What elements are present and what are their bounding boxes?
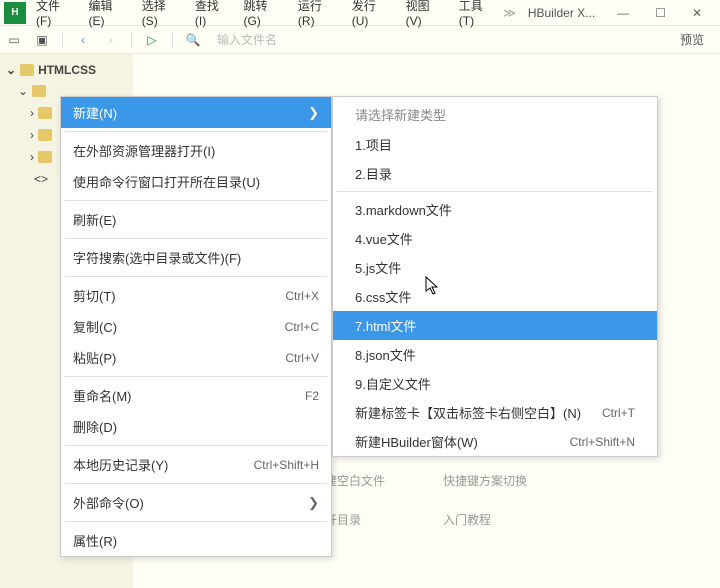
window-controls: — ☐ ✕ bbox=[607, 4, 720, 22]
run-icon[interactable]: ▷ bbox=[144, 32, 160, 48]
submenu-item[interactable]: 3.markdown文件 bbox=[333, 195, 657, 224]
maximize-button[interactable]: ☐ bbox=[645, 4, 676, 22]
menu-edit[interactable]: 编辑(E) bbox=[83, 0, 134, 32]
link-keymap[interactable]: 快捷键方案切换 bbox=[443, 472, 593, 489]
ctx-item[interactable]: 字符搜索(选中目录或文件)(F) bbox=[61, 242, 331, 273]
forward-icon[interactable]: › bbox=[103, 32, 119, 48]
ctx-item[interactable]: 属性(R) bbox=[61, 525, 331, 556]
menubar: 文件(F) 编辑(E) 选择(S) 查找(I) 跳转(G) 运行(R) 发行(U… bbox=[30, 0, 503, 32]
preview-button[interactable]: 预览 bbox=[670, 29, 714, 50]
chevron-right-icon: › bbox=[30, 150, 34, 164]
context-menu: 新建(N)❯ 在外部资源管理器打开(I)使用命令行窗口打开所在目录(U) 刷新(E)… bbox=[60, 96, 332, 557]
link-open-dir[interactable]: 打开目录 bbox=[313, 511, 443, 528]
menu-select[interactable]: 选择(S) bbox=[136, 0, 187, 32]
ctx-item[interactable]: 剪切(T)Ctrl+X bbox=[61, 280, 331, 311]
chevron-right-icon: › bbox=[30, 106, 34, 120]
new-submenu: 请选择新建类型1.项目2.目录 3.markdown文件4.vue文件5.js文件… bbox=[332, 96, 658, 457]
folder-icon bbox=[38, 129, 52, 141]
ctx-item[interactable]: 删除(D) bbox=[61, 411, 331, 442]
submenu-item[interactable]: 新建标签卡【双击标签卡右侧空白】(N)Ctrl+T bbox=[333, 398, 657, 427]
search-input[interactable]: 输入文件名 bbox=[213, 31, 277, 48]
ctx-item[interactable]: 本地历史记录(Y)Ctrl+Shift+H bbox=[61, 449, 331, 480]
ctx-item[interactable]: 新建(N)❯ bbox=[61, 97, 331, 128]
submenu-item[interactable]: 新建HBuilder窗体(W)Ctrl+Shift+N bbox=[333, 427, 657, 456]
ctx-item[interactable]: 外部命令(O)❯ bbox=[61, 487, 331, 518]
folder-icon bbox=[38, 107, 52, 119]
project-root[interactable]: ⌄ HTMLCSS bbox=[0, 60, 133, 80]
menu-goto[interactable]: 跳转(G) bbox=[237, 0, 289, 32]
cursor-icon bbox=[425, 276, 441, 296]
link-tutorial[interactable]: 入门教程 bbox=[443, 511, 593, 528]
app-logo: H bbox=[4, 2, 26, 24]
folder-icon bbox=[20, 64, 34, 76]
menu-tools[interactable]: 工具(T) bbox=[453, 0, 504, 32]
submenu-item[interactable]: 9.自定义文件 bbox=[333, 369, 657, 398]
folder-icon bbox=[32, 85, 46, 97]
minimize-button[interactable]: — bbox=[607, 4, 639, 22]
link-new-blank[interactable]: 新建空白文件 bbox=[313, 472, 443, 489]
chevron-right-icon: › bbox=[30, 128, 34, 142]
menu-file[interactable]: 文件(F) bbox=[30, 0, 81, 32]
submenu-item[interactable]: 2.目录 bbox=[333, 159, 657, 188]
new-file-icon[interactable]: ▭ bbox=[6, 32, 22, 48]
titlebar: H 文件(F) 编辑(E) 选择(S) 查找(I) 跳转(G) 运行(R) 发行… bbox=[0, 0, 720, 26]
ctx-item[interactable]: 重命名(M)F2 bbox=[61, 380, 331, 411]
back-icon[interactable]: ‹ bbox=[75, 32, 91, 48]
ctx-item[interactable]: 复制(C)Ctrl+C bbox=[61, 311, 331, 342]
code-file-icon: <> bbox=[34, 172, 48, 186]
open-folder-icon[interactable]: ▣ bbox=[34, 32, 50, 48]
submenu-header: 请选择新建类型 bbox=[333, 97, 657, 130]
submenu-item[interactable]: 6.css文件 bbox=[333, 282, 657, 311]
chevron-down-icon: ⌄ bbox=[18, 84, 28, 98]
menu-overflow-icon[interactable]: ≫ bbox=[503, 6, 516, 20]
ctx-item[interactable]: 刷新(E) bbox=[61, 204, 331, 235]
submenu-item[interactable]: 1.项目 bbox=[333, 130, 657, 159]
folder-icon bbox=[38, 151, 52, 163]
submenu-item[interactable]: 8.json文件 bbox=[333, 340, 657, 369]
submenu-item[interactable]: 4.vue文件 bbox=[333, 224, 657, 253]
menu-find[interactable]: 查找(I) bbox=[189, 0, 236, 32]
ctx-item[interactable]: 粘贴(P)Ctrl+V bbox=[61, 342, 331, 373]
app-title: HBuilder X... bbox=[516, 6, 607, 20]
menu-publish[interactable]: 发行(U) bbox=[346, 0, 398, 32]
search-icon[interactable]: 🔍 bbox=[185, 32, 201, 48]
menu-view[interactable]: 视图(V) bbox=[400, 0, 451, 32]
ctx-item[interactable]: 在外部资源管理器打开(I) bbox=[61, 135, 331, 166]
close-button[interactable]: ✕ bbox=[682, 4, 712, 22]
submenu-item[interactable]: 5.js文件 bbox=[333, 253, 657, 282]
chevron-down-icon: ⌄ bbox=[6, 63, 16, 77]
ctx-item[interactable]: 使用命令行窗口打开所在目录(U) bbox=[61, 166, 331, 197]
submenu-item[interactable]: 7.html文件 bbox=[333, 311, 657, 340]
menu-run[interactable]: 运行(R) bbox=[292, 0, 344, 32]
project-root-label: HTMLCSS bbox=[38, 63, 96, 77]
